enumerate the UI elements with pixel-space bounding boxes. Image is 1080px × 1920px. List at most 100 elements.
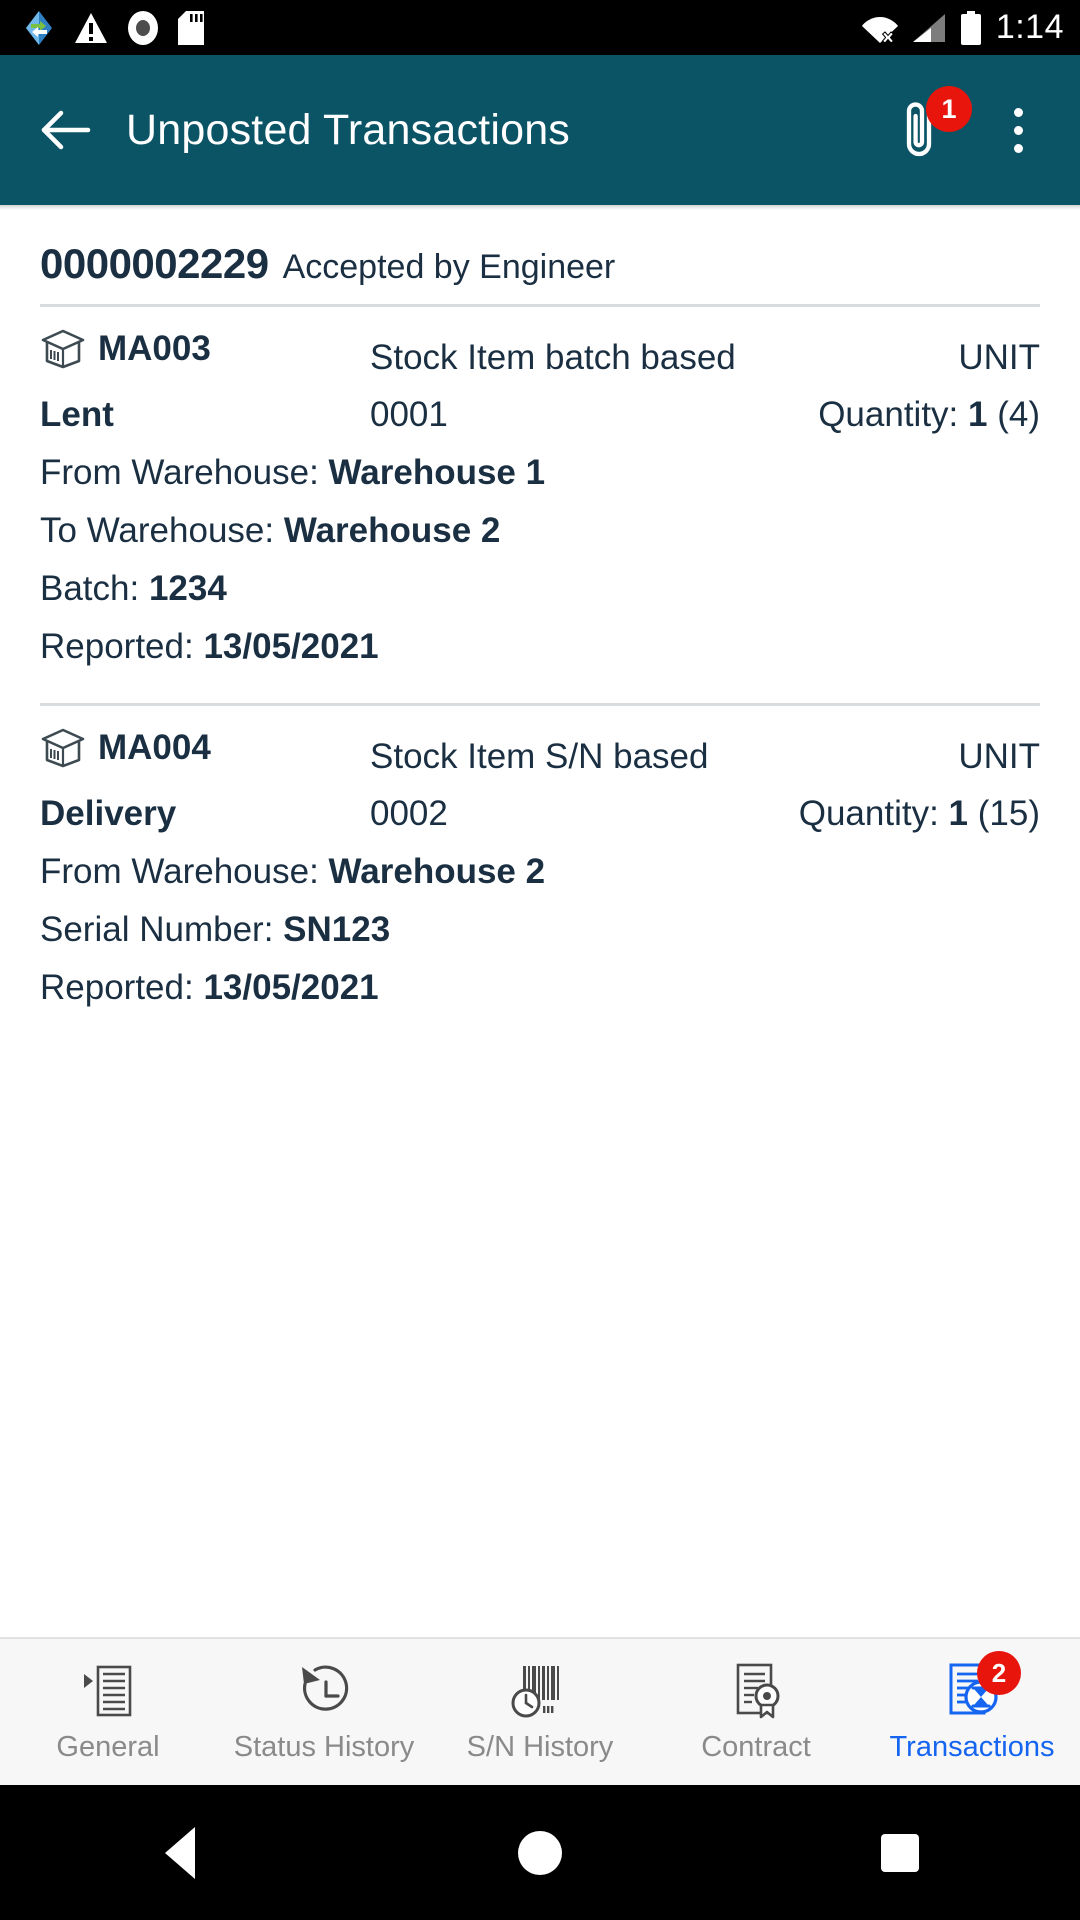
sd-card-icon [178, 10, 204, 45]
attachment-badge: 1 [926, 86, 972, 132]
tab-icon-wrap [728, 1661, 784, 1721]
quantity-label: Quantity: [798, 794, 939, 833]
detail-line: Batch: 1234 [40, 569, 1040, 609]
detail-label: Reported: [40, 968, 194, 1007]
battery-icon [960, 10, 981, 45]
attachment-button[interactable]: 1 [890, 86, 972, 166]
transaction-description-cell: Stock Item batch based [370, 338, 780, 378]
more-vertical-icon [1013, 107, 1023, 117]
tab-sn-history[interactable]: S/N History [432, 1639, 648, 1785]
detail-label: Serial Number: [40, 910, 274, 949]
status-bar-left-icons [22, 10, 204, 46]
tab-general[interactable]: General [0, 1639, 216, 1785]
tab-label: Contract [701, 1730, 811, 1763]
quantity-group: Quantity: 1 (15) [799, 794, 1040, 833]
tab-icon-wrap [509, 1661, 571, 1721]
tab-label: Transactions [889, 1730, 1055, 1763]
tab-icon-wrap [295, 1661, 353, 1721]
quantity-total: (15) [977, 794, 1040, 833]
tab-icon-wrap: 2 [943, 1650, 1021, 1721]
transaction-secondary-row: Delivery 0002 Quantity: 1 (15) [40, 794, 1040, 834]
tab-transactions[interactable]: 2 Transactions [864, 1639, 1080, 1785]
item-description: Stock Item batch based [370, 338, 736, 377]
item-code: MA004 [98, 728, 211, 767]
detail-value: 1234 [148, 569, 227, 608]
transaction-row[interactable]: MA004 Stock Item S/N based UNIT Delivery… [0, 706, 1080, 1028]
nav-back-icon [165, 1826, 195, 1879]
transaction-line-cell: 0001 [370, 395, 780, 435]
status-bar-right-icons: 1:14 [861, 8, 1064, 47]
transaction-unit-cell: UNIT [780, 737, 1040, 777]
item-unit: UNIT [958, 737, 1040, 776]
package-box-icon [41, 329, 85, 369]
transaction-quantity-cell: Quantity: 1 (15) [780, 794, 1040, 834]
tab-badge: 2 [977, 1650, 1021, 1695]
detail-line: Reported: 13/05/2021 [40, 627, 1040, 667]
item-code: MA003 [98, 329, 211, 368]
detail-label: Reported: [40, 627, 194, 666]
transaction-type-cell: Delivery [40, 794, 370, 834]
detail-value: 13/05/2021 [203, 968, 379, 1007]
transaction-line-number: 0002 [370, 794, 448, 833]
bottom-tab-bar: General Status History S/N History Contr… [0, 1637, 1080, 1785]
tab-label: S/N History [466, 1730, 614, 1763]
detail-label: Batch: [40, 569, 140, 608]
nav-recents-button[interactable] [840, 1785, 960, 1920]
nav-home-button[interactable] [480, 1785, 600, 1920]
document-number: 0000002229 [40, 240, 269, 287]
transaction-line-cell: 0002 [370, 794, 780, 834]
quantity-label: Quantity: [818, 395, 959, 434]
wifi-off-icon [861, 16, 898, 43]
transaction-secondary-row: Lent 0001 Quantity: 1 (4) [40, 395, 1040, 435]
item-description: Stock Item S/N based [370, 737, 709, 776]
transaction-primary-row: MA003 Stock Item batch based UNIT [40, 329, 1040, 378]
tab-label: Status History [233, 1730, 415, 1763]
tab-status-history[interactable]: Status History [216, 1639, 432, 1785]
document-header: 0000002229 Accepted by Engineer [0, 210, 1080, 288]
tab-contract[interactable]: Contract [648, 1639, 864, 1785]
app-bar-actions: 1 [890, 86, 1046, 166]
transaction-type: Lent [40, 395, 114, 434]
detail-value: Warehouse 1 [328, 453, 546, 492]
android-navigation-bar [0, 1785, 1080, 1920]
detail-label: From Warehouse: [40, 453, 319, 492]
quantity-group: Quantity: 1 (4) [818, 395, 1040, 434]
transaction-row[interactable]: MA003 Stock Item batch based UNIT Lent 0… [0, 307, 1080, 687]
clock-rotate-icon [302, 1665, 349, 1711]
detail-label: To Warehouse: [40, 511, 275, 550]
detail-line: Reported: 13/05/2021 [40, 968, 1040, 1008]
status-bar-clock: 1:14 [995, 8, 1064, 46]
transaction-code-cell: MA004 [40, 728, 370, 768]
overflow-menu-button[interactable] [990, 94, 1046, 166]
detail-value: 13/05/2021 [203, 627, 379, 666]
content-area: 0000002229 Accepted by Engineer MA003 St… [0, 205, 1080, 1637]
quantity-value: 1 [948, 794, 969, 833]
transaction-type-cell: Lent [40, 395, 370, 435]
app-bar: Unposted Transactions 1 [0, 55, 1080, 205]
detail-line: From Warehouse: Warehouse 2 [40, 852, 1040, 892]
nav-recents-icon [881, 1833, 919, 1872]
transaction-type: Delivery [40, 794, 177, 833]
more-vertical-icon [1013, 125, 1023, 135]
transaction-description-cell: Stock Item S/N based [370, 737, 780, 777]
sync-icon [26, 10, 52, 45]
detail-value: Warehouse 2 [328, 852, 546, 891]
status-bar: 1:14 [0, 0, 1080, 55]
document-status: Accepted by Engineer [282, 248, 616, 286]
transaction-line-number: 0001 [370, 395, 448, 434]
record-icon [128, 10, 158, 45]
page-title: Unposted Transactions [126, 105, 571, 154]
document-general-icon [84, 1665, 132, 1716]
phone-screen: 1:14 Unposted Transactions 1 0000002229 … [0, 0, 1080, 1920]
transaction-code-cell: MA003 [40, 329, 370, 369]
nav-back-button[interactable] [120, 1785, 240, 1920]
item-unit: UNIT [958, 338, 1040, 377]
tab-label: General [56, 1730, 160, 1763]
transaction-unit-cell: UNIT [780, 338, 1040, 378]
back-button[interactable] [30, 95, 100, 165]
detail-line: Serial Number: SN123 [40, 910, 1040, 950]
nav-home-icon [518, 1830, 562, 1875]
back-arrow-icon [41, 110, 91, 150]
package-box-icon [41, 728, 85, 768]
detail-label: From Warehouse: [40, 852, 319, 891]
